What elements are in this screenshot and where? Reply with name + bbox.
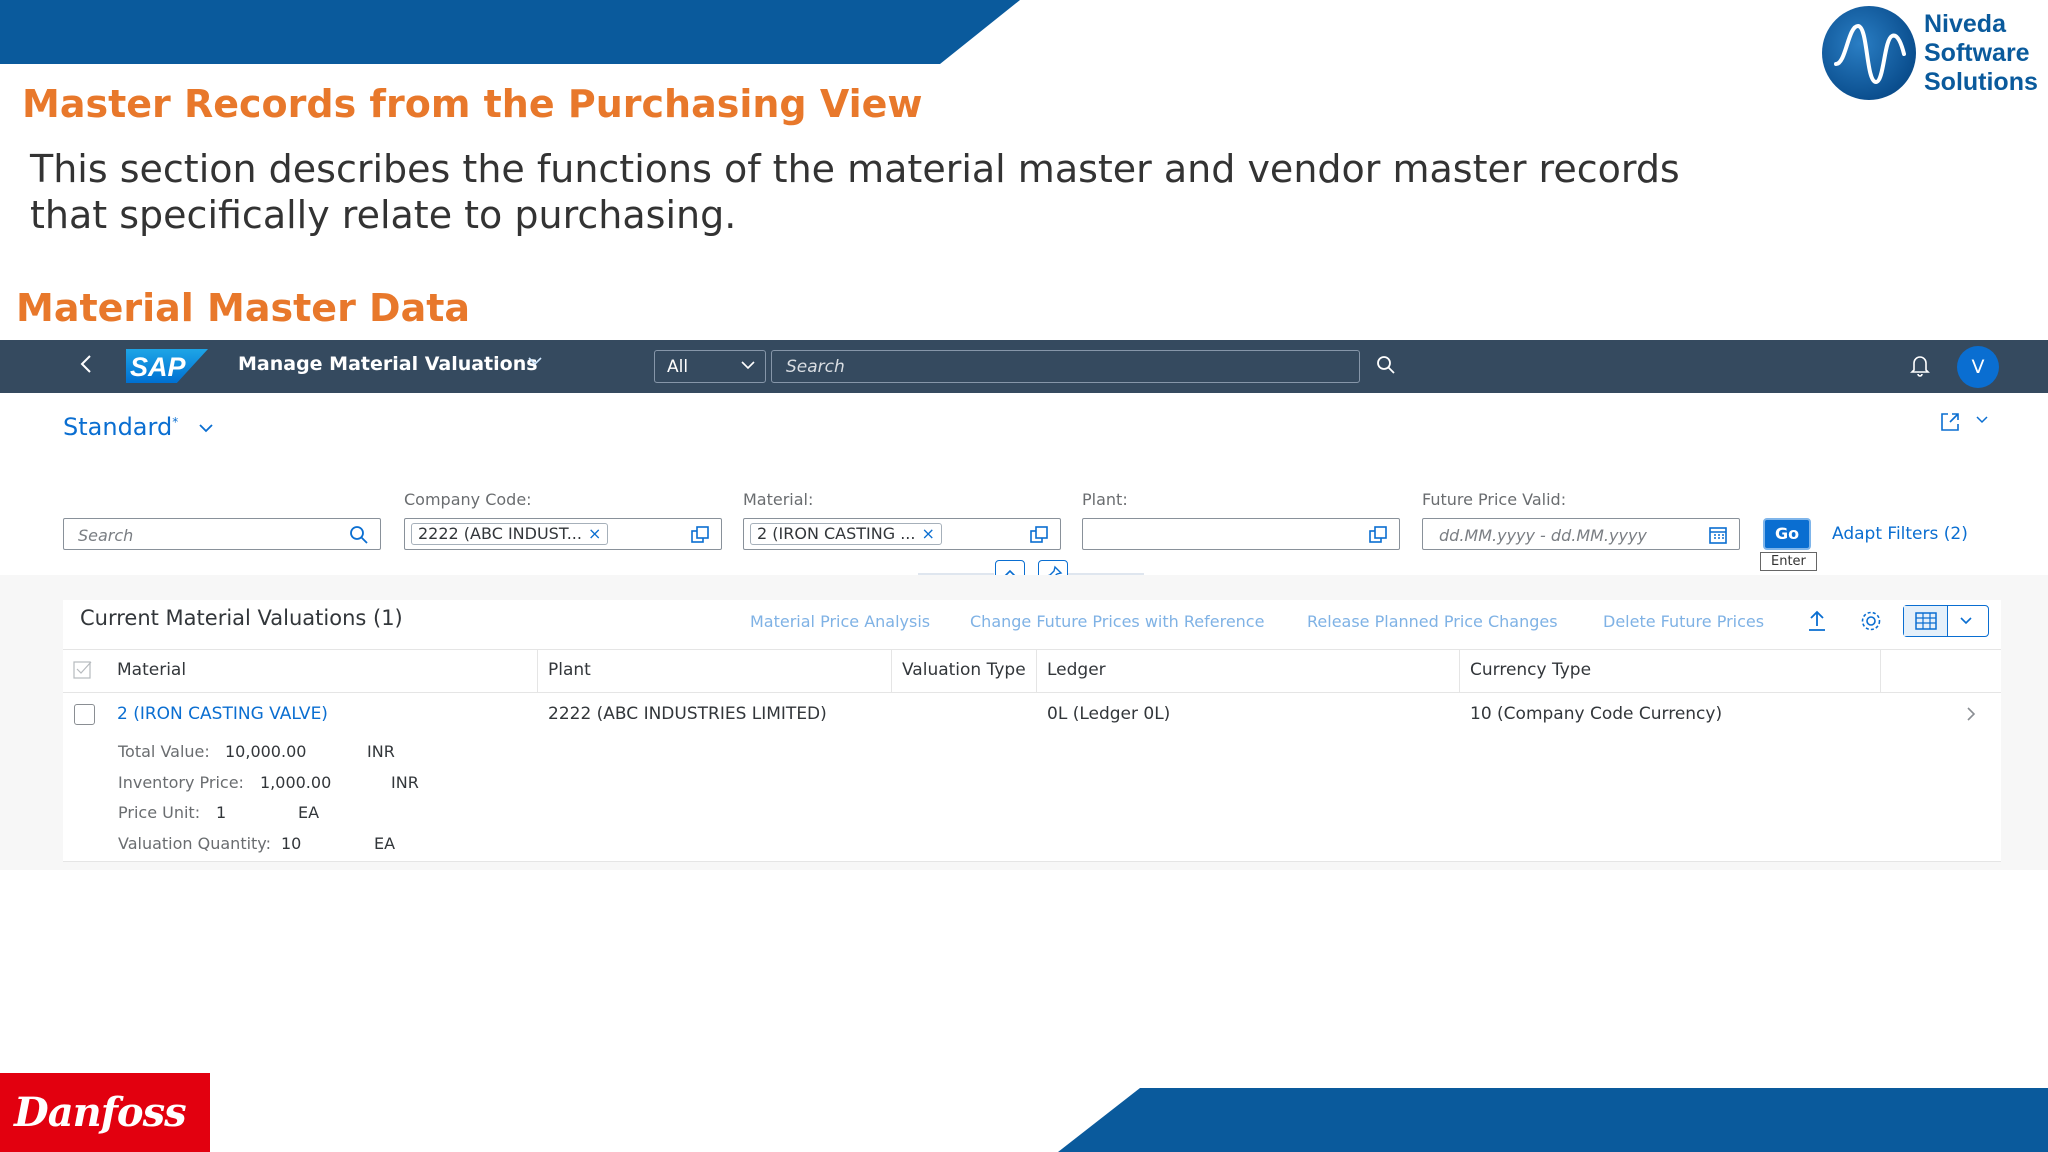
- sap-logo[interactable]: SAP: [126, 349, 208, 383]
- table-title: Current Material Valuations (1): [80, 606, 403, 630]
- adapt-filters-button[interactable]: Adapt Filters (2): [1832, 524, 1968, 544]
- attribute-value: 1: [216, 803, 227, 822]
- search-placeholder: Search: [78, 526, 134, 545]
- export-upload-icon[interactable]: [1805, 608, 1829, 638]
- chevron-left-icon: [80, 355, 91, 373]
- attribute-label: Inventory Price:: [118, 773, 244, 792]
- future-price-label: Future Price Valid:: [1422, 490, 1567, 509]
- value-help-icon[interactable]: [1028, 524, 1050, 550]
- settings-gear-icon[interactable]: [1858, 608, 1884, 638]
- column-divider: [891, 650, 892, 692]
- go-tooltip: Enter: [1760, 552, 1817, 571]
- plant-field[interactable]: [1082, 518, 1400, 550]
- select-all-checkbox[interactable]: [73, 659, 95, 685]
- app-title[interactable]: Manage Material Valuations: [238, 353, 538, 375]
- calendar-icon[interactable]: [1707, 524, 1729, 550]
- delete-future-prices-button[interactable]: Delete Future Prices: [1603, 612, 1764, 631]
- chevron-down-icon[interactable]: [1956, 612, 1976, 634]
- column-header-valuation-type[interactable]: Valuation Type: [902, 660, 1026, 680]
- currency-type-cell: 10 (Company Code Currency): [1470, 704, 1723, 724]
- token-text: 2 (IRON CASTING ...: [757, 524, 916, 543]
- attribute-unit: EA: [298, 803, 320, 822]
- column-divider: [1880, 650, 1881, 692]
- future-price-date-range[interactable]: dd.MM.yyyy - dd.MM.yyyy: [1422, 518, 1740, 550]
- column-header-ledger[interactable]: Ledger: [1047, 660, 1106, 680]
- slide-title: Master Records from the Purchasing View: [22, 82, 923, 126]
- close-icon[interactable]: ×: [588, 524, 601, 543]
- value-help-icon[interactable]: [1367, 524, 1389, 550]
- plant-label: Plant:: [1082, 490, 1128, 509]
- chevron-down-icon: [739, 356, 757, 378]
- chevron-down-icon[interactable]: [526, 352, 544, 375]
- variant-modified-marker: *: [172, 415, 179, 429]
- attribute-value: 1,000.00: [260, 773, 332, 792]
- basic-search-input[interactable]: Search: [63, 518, 381, 550]
- section-title: Material Master Data: [16, 286, 471, 330]
- brand-line: Niveda: [1924, 10, 2006, 38]
- column-divider: [1036, 650, 1037, 692]
- company-code-field[interactable]: 2222 (ABC INDUST... ×: [404, 518, 722, 550]
- attribute-label: Valuation Quantity:: [118, 834, 271, 853]
- column-divider: [1459, 650, 1460, 692]
- attribute-value: 10,000.00: [225, 742, 307, 761]
- shell-bar: SAP Manage Material Valuations All Searc…: [0, 340, 2048, 393]
- close-icon[interactable]: ×: [921, 524, 934, 543]
- column-header-plant[interactable]: Plant: [548, 660, 591, 680]
- danfoss-logo: Danfoss: [0, 1073, 210, 1152]
- value-help-icon[interactable]: [689, 524, 711, 550]
- back-button[interactable]: [78, 350, 94, 385]
- release-planned-price-button[interactable]: Release Planned Price Changes: [1307, 612, 1558, 631]
- chevron-right-icon[interactable]: [1964, 704, 1978, 729]
- attribute-unit: EA: [374, 834, 396, 853]
- search-scope-select[interactable]: All: [654, 350, 766, 383]
- bottom-banner: [1058, 1088, 2048, 1152]
- attribute-label: Total Value:: [118, 742, 210, 761]
- user-avatar[interactable]: V: [1957, 346, 1999, 388]
- brand-line: Software: [1924, 39, 2030, 67]
- company-code-token[interactable]: 2222 (ABC INDUST... ×: [411, 523, 609, 545]
- niveda-logo-icon: [1822, 6, 1916, 100]
- danfoss-logo-text: Danfoss: [14, 1089, 187, 1136]
- table-header: [63, 649, 2001, 693]
- search-icon[interactable]: [348, 524, 370, 550]
- attribute-label: Price Unit:: [118, 803, 201, 822]
- chevron-down-icon[interactable]: [196, 418, 216, 443]
- attribute-unit: INR: [391, 773, 419, 792]
- notifications-bell-icon[interactable]: [1908, 352, 1932, 382]
- shell-search-input[interactable]: Search: [771, 350, 1360, 383]
- material-price-analysis-button[interactable]: Material Price Analysis: [750, 612, 930, 631]
- ledger-cell: 0L (Ledger 0L): [1047, 704, 1171, 724]
- column-header-currency-type[interactable]: Currency Type: [1470, 660, 1591, 680]
- change-future-prices-button[interactable]: Change Future Prices with Reference: [970, 612, 1264, 631]
- column-header-material[interactable]: Material: [117, 660, 186, 680]
- sap-logo-text: SAP: [130, 352, 186, 382]
- token-text: 2222 (ABC INDUST...: [418, 524, 582, 543]
- material-field[interactable]: 2 (IRON CASTING ... ×: [743, 518, 1061, 550]
- spreadsheet-icon[interactable]: [1904, 606, 1948, 636]
- column-divider: [537, 650, 538, 692]
- search-icon[interactable]: [1374, 353, 1398, 381]
- chevron-down-icon[interactable]: [1974, 412, 1990, 432]
- share-icon[interactable]: [1938, 410, 1962, 438]
- slide-description: This section describes the functions of …: [30, 147, 1680, 237]
- attribute-value: 10: [281, 834, 302, 853]
- brand-name: Niveda Software Solutions: [1924, 10, 2048, 97]
- top-banner: [0, 0, 1020, 64]
- variant-name: Standard: [63, 413, 173, 441]
- plant-cell: 2222 (ABC INDUSTRIES LIMITED): [548, 704, 827, 724]
- material-label: Material:: [743, 490, 814, 509]
- material-link[interactable]: 2 (IRON CASTING VALVE): [117, 704, 328, 724]
- material-token[interactable]: 2 (IRON CASTING ... ×: [750, 523, 942, 545]
- export-menu-button[interactable]: [1903, 605, 1989, 637]
- attribute-unit: INR: [367, 742, 395, 761]
- search-placeholder: Search: [786, 357, 845, 377]
- company-code-label: Company Code:: [404, 490, 532, 509]
- row-select-checkbox[interactable]: [74, 704, 95, 725]
- go-button[interactable]: Go: [1763, 518, 1811, 550]
- scope-value: All: [667, 357, 689, 377]
- date-placeholder: dd.MM.yyyy - dd.MM.yyyy: [1439, 526, 1647, 545]
- variant-selector[interactable]: Standard*: [63, 413, 178, 441]
- brand-line: Solutions: [1924, 68, 2038, 96]
